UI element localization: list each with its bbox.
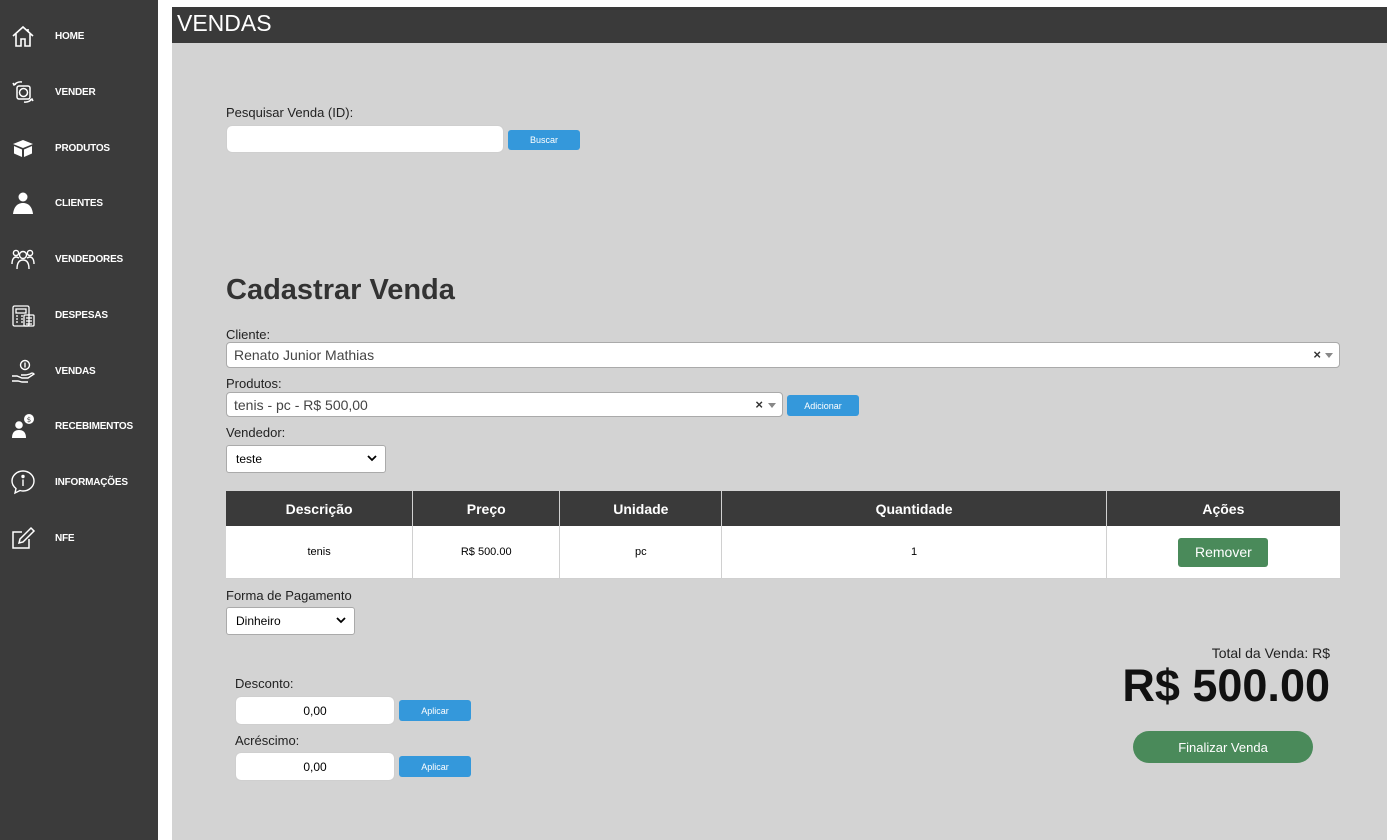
receive-money-icon: $	[10, 413, 36, 439]
chevron-down-icon	[768, 403, 776, 408]
sidebar-item-label: VENDEDORES	[55, 254, 124, 265]
cell-descricao: tenis	[226, 526, 414, 579]
sidebar-item-vendas[interactable]: VENDAS	[0, 352, 158, 392]
col-unidade: Unidade	[559, 491, 723, 526]
col-descricao: Descrição	[226, 491, 414, 526]
col-acoes: Ações	[1106, 491, 1340, 526]
main-content: VENDAS Pesquisar Venda (ID): Buscar Cada…	[172, 7, 1387, 840]
home-icon	[10, 23, 36, 49]
svg-text:$: $	[27, 416, 31, 424]
money-transfer-icon	[10, 79, 36, 105]
cliente-value: Renato Junior Mathias	[234, 347, 375, 363]
team-icon	[10, 246, 36, 272]
produtos-select[interactable]: tenis - pc - R$ 500,00 ×	[226, 392, 783, 417]
header-bar: VENDAS	[172, 7, 1387, 43]
chevron-down-icon	[1325, 353, 1333, 358]
edit-icon	[10, 525, 36, 551]
desconto-label: Desconto:	[235, 676, 294, 691]
sidebar-item-recebimentos[interactable]: $ RECEBIMENTOS	[0, 407, 158, 447]
apply-surcharge-button[interactable]: Aplicar	[399, 756, 471, 777]
desconto-input[interactable]	[235, 696, 395, 725]
sidebar-item-label: VENDAS	[55, 366, 96, 377]
produtos-value: tenis - pc - R$ 500,00	[234, 397, 368, 413]
search-label: Pesquisar Venda (ID):	[226, 105, 354, 120]
produtos-clear-icon[interactable]: ×	[755, 393, 763, 417]
hand-coin-icon	[10, 358, 36, 384]
sidebar-item-clientes[interactable]: CLIENTES	[0, 184, 158, 224]
cliente-clear-icon[interactable]: ×	[1313, 343, 1321, 367]
acrescimo-input[interactable]	[235, 752, 395, 781]
table-header-row: Descrição Preço Unidade Quantidade Ações	[226, 491, 1340, 526]
cliente-select[interactable]: Renato Junior Mathias ×	[226, 342, 1340, 368]
sidebar-item-vendedores[interactable]: VENDEDORES	[0, 240, 158, 280]
acrescimo-label: Acréscimo:	[235, 733, 300, 748]
sidebar-item-informacoes[interactable]: INFORMAÇÕES	[0, 463, 158, 503]
vendedor-label: Vendedor:	[226, 425, 286, 440]
sidebar-item-produtos[interactable]: PRODUTOS	[0, 129, 158, 169]
sidebar: HOME VENDER PRODUTOS CLIENTES VENDEDORES…	[0, 0, 158, 840]
sidebar-item-label: CLIENTES	[55, 198, 103, 209]
chevron-down-icon	[367, 455, 377, 462]
search-input[interactable]	[226, 125, 504, 153]
gap-strip	[158, 0, 172, 840]
total-value: R$ 500.00	[1122, 660, 1330, 711]
apply-discount-button[interactable]: Aplicar	[399, 700, 471, 721]
sidebar-item-label: RECEBIMENTOS	[55, 421, 133, 432]
chevron-down-icon	[336, 617, 346, 624]
vendedor-select[interactable]: teste	[226, 445, 386, 473]
form-heading: Cadastrar Venda	[226, 274, 455, 306]
cliente-label: Cliente:	[226, 327, 271, 342]
items-table: Descrição Preço Unidade Quantidade Ações…	[226, 491, 1340, 579]
cell-preco: R$ 500.00	[412, 526, 561, 579]
sidebar-item-label: DESPESAS	[55, 310, 108, 321]
sidebar-item-despesas[interactable]: DESPESAS	[0, 296, 158, 336]
col-preco: Preço	[412, 491, 561, 526]
payment-select[interactable]: Dinheiro	[226, 607, 355, 635]
add-product-button[interactable]: Adicionar	[787, 395, 859, 416]
sidebar-item-label: HOME	[55, 31, 85, 42]
sidebar-item-vender[interactable]: VENDER	[0, 73, 158, 113]
search-button[interactable]: Buscar	[508, 130, 580, 150]
sidebar-item-label: NFE	[55, 533, 75, 544]
sidebar-item-home[interactable]: HOME	[0, 17, 158, 57]
total-label: Total da Venda: R$	[1211, 645, 1330, 661]
remove-button[interactable]: Remover	[1178, 537, 1269, 567]
payment-label: Forma de Pagamento	[226, 588, 352, 603]
box-icon	[10, 135, 36, 161]
cell-unidade: pc	[559, 526, 723, 579]
col-quantidade: Quantidade	[721, 491, 1107, 526]
page-title: VENDAS	[177, 10, 272, 36]
calculator-icon	[10, 302, 36, 328]
finalize-sale-button[interactable]: Finalizar Venda	[1133, 731, 1313, 763]
sidebar-item-label: VENDER	[55, 87, 96, 98]
user-icon	[10, 190, 36, 216]
sidebar-item-label: INFORMAÇÕES	[55, 477, 128, 488]
info-icon	[10, 469, 36, 495]
sidebar-item-nfe[interactable]: NFE	[0, 519, 158, 559]
vendedor-value: teste	[236, 452, 263, 466]
table-row: tenis R$ 500.00 pc 1 Remover	[226, 526, 1340, 579]
cell-quantidade: 1	[721, 526, 1107, 579]
sidebar-item-label: PRODUTOS	[55, 143, 110, 154]
payment-value: Dinheiro	[236, 614, 281, 628]
cell-acoes: Remover	[1106, 526, 1340, 579]
produtos-label: Produtos:	[226, 376, 282, 391]
